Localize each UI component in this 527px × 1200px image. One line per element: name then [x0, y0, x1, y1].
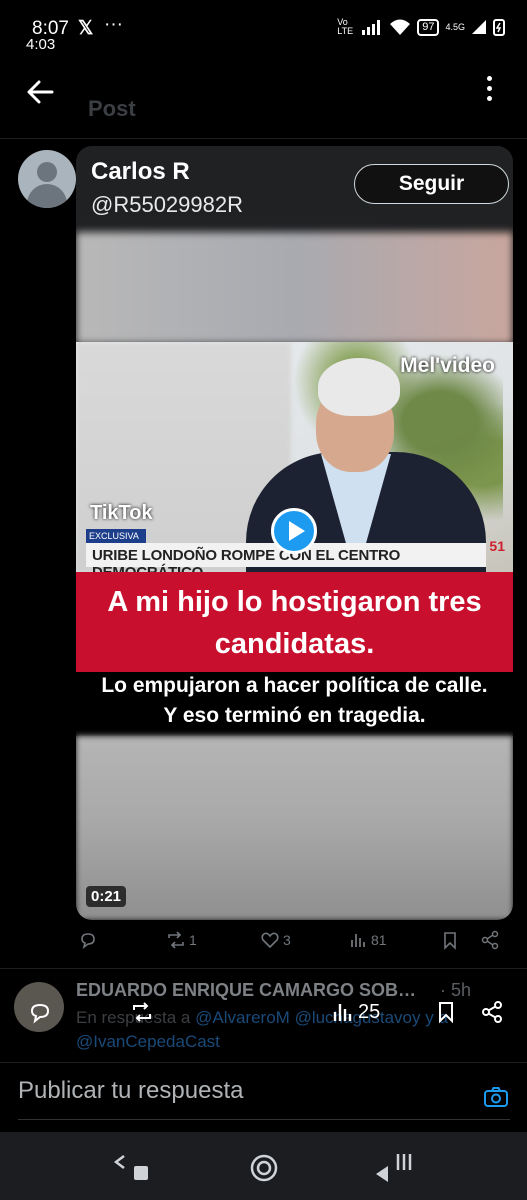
network-type: 4.5G [445, 22, 465, 32]
divider [0, 968, 527, 969]
overlay-like-button[interactable] [228, 1000, 252, 1024]
overlay-views-count: 25 [358, 1000, 381, 1023]
heart-icon [228, 1000, 252, 1024]
exclusive-tag: EXCLUSIVA [86, 529, 146, 543]
back-arrow-icon[interactable] [22, 72, 62, 112]
author-header: Carlos R @R55029982R Seguir [76, 146, 513, 232]
like-count: 3 [283, 932, 291, 948]
video-duration: 0:21 [86, 886, 127, 907]
divider [0, 138, 527, 139]
video-blur-bottom [76, 736, 513, 920]
reply-timestamp: · 5h [440, 980, 472, 1000]
reply-icon [30, 1003, 50, 1024]
more-options-icon[interactable] [485, 76, 493, 108]
composer-underline [18, 1119, 510, 1120]
reply-button[interactable] [78, 930, 98, 950]
signal-icon [362, 20, 381, 35]
views-button[interactable]: 81 [348, 930, 387, 950]
recents-nav-icon[interactable] [372, 1146, 412, 1186]
play-button-icon[interactable] [271, 508, 317, 554]
charging-icon [493, 19, 505, 36]
bookmark-icon [444, 932, 456, 950]
bookmark-icon [439, 1002, 453, 1024]
repost-count: 1 [189, 932, 197, 948]
top-bar: Post [0, 60, 527, 138]
camera-icon[interactable] [483, 1085, 509, 1109]
headline-line-1: A mi hijo lo hostigaron tres [107, 586, 482, 618]
repost-icon [133, 1002, 151, 1022]
repost-icon [168, 931, 184, 949]
overlay-repost-button[interactable] [130, 1000, 154, 1024]
volte-label: Vo LTE [337, 17, 354, 36]
status-icons: Vo LTE 97 4.5G [337, 18, 505, 36]
reply-icon [81, 933, 95, 949]
more-notifications-icon: ··· [104, 14, 123, 35]
share-icon [482, 1001, 502, 1023]
overlay-reply-button[interactable] [28, 1000, 52, 1024]
author-handle[interactable]: @R55029982R [91, 192, 243, 218]
page-title: Post [88, 96, 136, 121]
speaker-hair [318, 358, 400, 416]
channel-logo: 51 [489, 538, 505, 554]
overlay-actions: 25 [0, 1000, 527, 1036]
reply-author-name[interactable]: EDUARDO ENRIQUE CAMARGO SOB… [76, 980, 436, 1001]
reply-input[interactable]: Publicar tu respuesta [18, 1077, 243, 1105]
repost-button[interactable]: 1 [166, 930, 197, 950]
home-nav-icon[interactable] [244, 1146, 284, 1186]
headline-banner: A mi hijo lo hostigaron tres candidatas. [76, 572, 513, 672]
share-icon [481, 930, 499, 950]
tweet-actions: 1 3 81 [76, 930, 513, 960]
back-nav-icon[interactable] [108, 1146, 148, 1186]
author-name[interactable]: Carlos R [91, 158, 190, 186]
avatar[interactable] [18, 150, 76, 208]
status-bar: 8:07 4:03 𝕏 ··· Vo LTE 97 4.5G [0, 0, 527, 56]
views-icon [351, 934, 365, 947]
like-button[interactable]: 3 [260, 930, 291, 950]
battery-indicator: 97 [417, 18, 440, 36]
media-card[interactable]: Carlos R @R55029982R Seguir Mel'video Ti… [76, 146, 513, 920]
bookmark-button[interactable] [440, 930, 460, 950]
tiktok-label: TikTok [90, 502, 153, 524]
wifi-icon [390, 19, 411, 35]
share-button[interactable] [480, 930, 500, 950]
x-logo-icon: 𝕏 [78, 18, 94, 39]
overlay-share-button[interactable] [480, 1000, 504, 1024]
overlay-bookmark-button[interactable] [434, 1000, 458, 1024]
subtitle-line-2: Y eso terminó en tragedia. [163, 704, 426, 727]
subtitle-line-1: Lo empujaron a hacer política de calle. [101, 674, 488, 697]
headline-line-2: candidatas. [214, 628, 375, 660]
video-watermark: Mel'video [400, 354, 495, 377]
reply-composer[interactable]: Publicar tu respuesta [0, 1062, 527, 1132]
video-blur-top [76, 232, 513, 344]
follow-button[interactable]: Seguir [354, 164, 509, 204]
views-icon [333, 1004, 352, 1021]
heart-icon [261, 932, 279, 949]
overlay-views-button[interactable]: 25 [330, 1000, 380, 1024]
subtitle-block: Lo empujaron a hacer política de calle. … [76, 672, 513, 736]
views-count: 81 [371, 932, 387, 948]
signal-icon-2 [472, 20, 486, 34]
system-nav-bar [0, 1132, 527, 1200]
status-time-secondary: 4:03 [26, 36, 56, 53]
